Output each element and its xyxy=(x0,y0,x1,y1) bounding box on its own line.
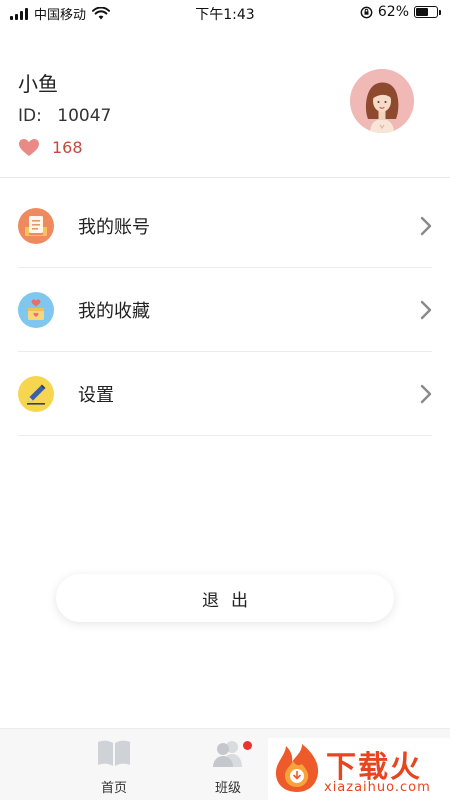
menu-item-label: 我的收藏 xyxy=(78,300,150,322)
tab-class[interactable]: 班级 xyxy=(198,739,258,796)
status-bar: 中国移动 下午1:43 62% xyxy=(0,0,450,26)
avatar-girl-icon xyxy=(350,69,414,133)
menu-list: 我的账号 我的收藏 设置 xyxy=(0,184,450,436)
tab-home[interactable]: 首页 xyxy=(84,739,144,796)
menu-item-label: 设置 xyxy=(78,384,114,406)
class-people-icon xyxy=(213,741,242,767)
watermark-subtitle: xiazaihuo.com xyxy=(324,780,431,795)
menu-item-label: 我的账号 xyxy=(78,216,150,238)
menu-item-account[interactable]: 我的账号 xyxy=(18,184,432,268)
account-book-icon xyxy=(18,207,54,244)
profile-id: ID: 10047 xyxy=(18,106,111,126)
id-value: 10047 xyxy=(57,106,112,126)
status-right: 62% xyxy=(360,4,441,20)
logout-button[interactable]: 退出 xyxy=(56,574,394,622)
favorite-box-icon xyxy=(18,291,54,328)
profile-card: 小鱼 ID: 10047 168 xyxy=(0,26,450,178)
notification-badge xyxy=(243,741,252,750)
profile-likes: 168 xyxy=(18,138,83,157)
menu-item-favorites[interactable]: 我的收藏 xyxy=(18,268,432,352)
avatar[interactable] xyxy=(350,69,414,133)
profile-name: 小鱼 xyxy=(18,72,58,96)
chevron-right-icon xyxy=(420,216,432,236)
likes-count: 168 xyxy=(52,138,83,157)
flame-download-icon xyxy=(275,744,319,792)
orientation-lock-icon xyxy=(360,6,373,18)
heart-icon xyxy=(19,139,39,156)
menu-item-settings[interactable]: 设置 xyxy=(18,352,432,436)
chevron-right-icon xyxy=(420,384,432,404)
chevron-right-icon xyxy=(420,300,432,320)
tab-label: 首页 xyxy=(100,781,127,796)
battery-percent: 62% xyxy=(377,4,409,20)
battery-icon xyxy=(414,6,441,18)
watermark-logo: 下载火 xiazaihuo.com xyxy=(268,738,450,800)
book-icon xyxy=(98,740,130,766)
pencil-settings-icon xyxy=(18,375,54,412)
tab-label: 班级 xyxy=(214,781,241,796)
id-label: ID: xyxy=(18,106,42,126)
